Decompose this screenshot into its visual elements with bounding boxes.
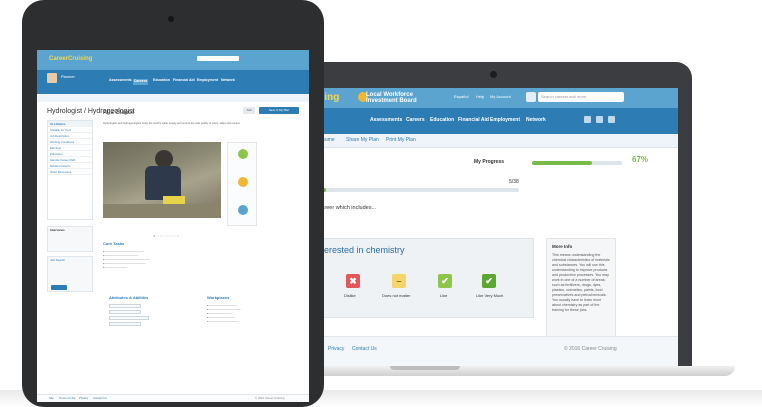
save-to-plan-button[interactable]: Save to My Plan (259, 107, 299, 114)
main-nav: Assessments Careers Education Financial … (314, 108, 678, 134)
more-info-title: More Info (552, 244, 573, 249)
stat-salary-icon (238, 177, 248, 187)
avatar (47, 73, 57, 83)
progress-bar (532, 161, 622, 165)
like-button[interactable]: ✔ (438, 274, 452, 288)
more-info-text: This means understanding the chemical ch… (552, 253, 610, 312)
contact-link[interactable]: Contact Us (352, 347, 377, 352)
progress-percent: 67% (632, 155, 649, 164)
skill-tag (109, 316, 149, 320)
like-very-much-label: Like Very Much (476, 293, 504, 298)
workplace-title: Workplaces (207, 295, 230, 300)
nav-financial-aid[interactable]: Financial Aid (458, 118, 489, 123)
question-progress-bar (314, 188, 519, 192)
help-link[interactable]: Help (476, 95, 484, 99)
skills-title: Attributes & Abilities (109, 295, 149, 300)
dislike-label: Dislike (344, 293, 356, 298)
sidebar-item-other-resources[interactable]: Other Resources (48, 169, 92, 175)
nav-assessments[interactable]: Assessments (109, 78, 132, 83)
does-not-matter-button[interactable]: – (392, 274, 406, 288)
nav-careers[interactable]: Careers (406, 118, 425, 123)
tablet-nav: Planner Assessments Careers Education Fi… (37, 70, 309, 94)
espanol-link[interactable]: Español (454, 95, 468, 99)
nav-network[interactable]: Network (526, 118, 546, 123)
nav-network[interactable]: Network (221, 78, 235, 83)
sub-nav: Resume Share My Plan Print My Plan (314, 134, 678, 148)
laptop-device: ising Local Workforce Investment Board E… (300, 62, 692, 368)
glance-title: At a Glance (103, 110, 135, 116)
notes-icon[interactable] (596, 116, 603, 123)
nav-careers[interactable]: Careers (133, 79, 149, 85)
core-tasks-title: Core Tasks (103, 241, 125, 246)
nav-education[interactable]: Education (153, 78, 170, 83)
search-input[interactable] (197, 56, 239, 61)
interviews-title: Interviews (50, 228, 65, 232)
list-item: ● ──────────────── (207, 320, 239, 323)
settings-icon[interactable] (608, 116, 615, 123)
copyright: © 2016 Career Cruising (564, 346, 617, 352)
grid-icon[interactable] (526, 92, 536, 102)
job-search-box: Job Search (47, 256, 93, 292)
print-plan-link[interactable]: Print My Plan (386, 138, 416, 143)
nav-assessments[interactable]: Assessments (370, 118, 402, 123)
footer-contact-link[interactable]: Contact Us (93, 397, 107, 400)
my-account-link[interactable]: My Account (490, 95, 511, 99)
tablet-footer: Site Terms of Use Privacy Contact Us © 2… (37, 394, 309, 402)
laptop-camera (490, 71, 497, 78)
tablet-copyright: © 2016 Career Cruising (255, 396, 285, 400)
carousel-dots[interactable]: ●○○○○○○○ (153, 234, 180, 238)
skill-tag (109, 304, 141, 308)
career-photo[interactable] (103, 142, 221, 218)
footer-privacy-link[interactable]: Privacy (79, 397, 88, 400)
tablet-camera (168, 16, 174, 22)
user-name[interactable]: Planner (61, 75, 75, 79)
skill-tag (109, 322, 141, 326)
stats-column (227, 142, 257, 226)
tablet-subnav (37, 94, 309, 102)
laptop-header: ising Local Workforce Investment Board E… (314, 88, 678, 108)
photo-ground (103, 204, 221, 218)
stat-outlook-icon (238, 205, 248, 215)
workplace-list: ● ─────────────── ● ───────────────── ● … (207, 304, 287, 324)
laptop-footer: Privacy Contact Us © 2016 Career Cruisin… (314, 336, 678, 368)
photo-figure-body (145, 166, 181, 200)
nav-employment[interactable]: Employment (197, 78, 218, 83)
glance-text: Hydrologists and hydrogeologists study t… (103, 122, 240, 125)
dislike-button[interactable]: ✖ (346, 274, 360, 288)
nav-financial-aid[interactable]: Financial Aid (173, 78, 195, 83)
skill-tag (109, 310, 141, 314)
tablet-screen: CareerCruising Planner Assessments Caree… (37, 50, 309, 402)
like-label: Like (440, 293, 448, 298)
question-count: 5/38 (509, 179, 519, 185)
share-plan-link[interactable]: Share My Plan (346, 138, 379, 143)
nav-education[interactable]: Education (430, 118, 454, 123)
mail-icon[interactable] (584, 116, 591, 123)
nav-employment[interactable]: Employment (490, 118, 520, 123)
laptop-screen: ising Local Workforce Investment Board E… (314, 88, 678, 368)
lwib-name: Local Workforce Investment Board (366, 92, 417, 104)
laptop-notch (390, 366, 460, 370)
privacy-link[interactable]: Privacy (328, 347, 344, 352)
find-jobs-button[interactable] (51, 285, 67, 290)
career-sidebar: At a Glance Suitable for You? Job Descri… (47, 120, 93, 220)
like-very-much-button[interactable]: ✔ (482, 274, 496, 288)
skills-tags (109, 304, 149, 328)
add-button[interactable]: Add (243, 107, 255, 114)
interviews-box: Interviews (47, 226, 93, 252)
search-input[interactable]: Search careers and more (538, 92, 624, 102)
stat-education-icon (238, 149, 248, 159)
footer-site-link[interactable]: Site (49, 397, 54, 400)
tablet-header: CareerCruising (37, 50, 309, 70)
tablet-device: CareerCruising Planner Assessments Caree… (22, 0, 324, 407)
progress-fill (532, 161, 593, 165)
list-item: ● ──────────── (103, 266, 128, 269)
question-text: Interested in chemistry (314, 245, 405, 255)
job-search-title: Job Search (50, 258, 66, 262)
footer-terms-link[interactable]: Terms of Use (59, 397, 75, 400)
does-not-matter-label: Does not matter (382, 293, 411, 298)
brand-logo[interactable]: CareerCruising (49, 56, 92, 62)
progress-label: My Progress (474, 159, 505, 165)
laptop-base (265, 366, 735, 376)
core-tasks-list: ● ───────────────────── ● ──────────────… (103, 250, 253, 270)
